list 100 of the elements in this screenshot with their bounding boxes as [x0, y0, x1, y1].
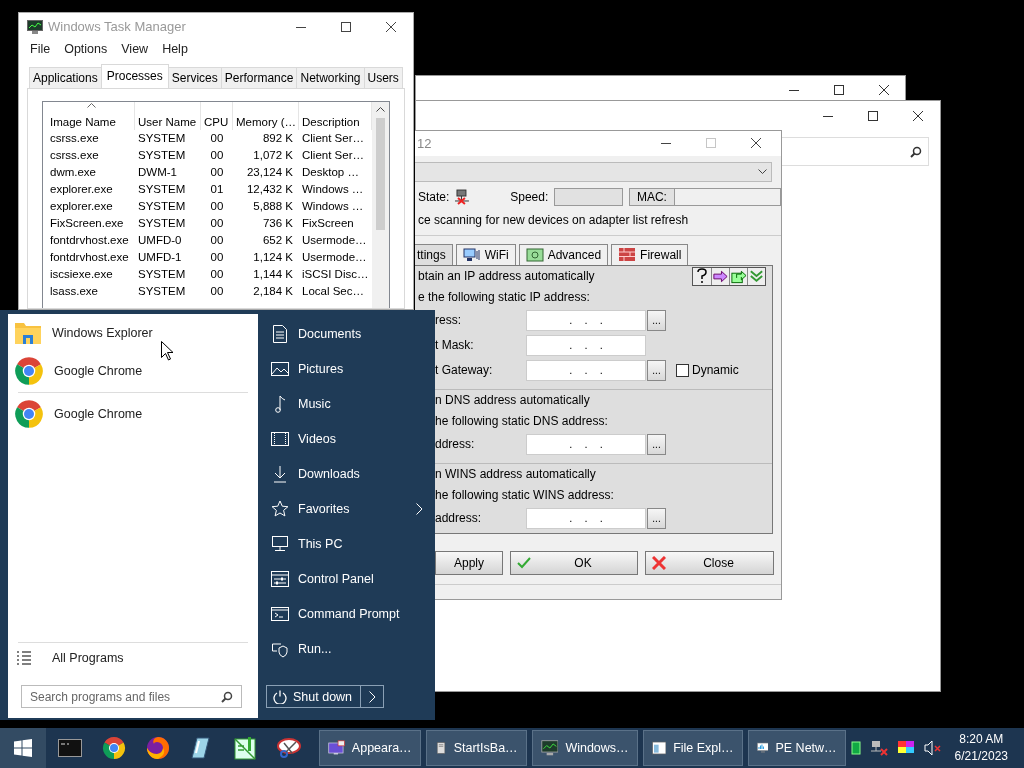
star-icon[interactable]: [270, 499, 290, 518]
menu-item[interactable]: View: [114, 42, 156, 56]
tab[interactable]: Applications: [29, 67, 102, 88]
tab[interactable]: Services: [167, 67, 222, 88]
program-item[interactable]: Windows Explorer: [8, 314, 258, 352]
all-programs-item[interactable]: All Programs: [8, 643, 258, 673]
menu-item[interactable]: File: [23, 42, 58, 56]
export-icon[interactable]: [729, 267, 747, 285]
table-cell-text: 00: [209, 284, 225, 299]
table-cell-text: UMFD-1: [137, 250, 183, 265]
menu-item[interactable]: This PC: [262, 526, 435, 561]
column-header[interactable]: User Name: [135, 102, 201, 130]
taskbar-button[interactable]: Windows…: [531, 730, 638, 766]
menu-item[interactable]: Control Panel: [262, 561, 435, 596]
menu-item[interactable]: Command Prompt: [262, 596, 435, 631]
menu-item[interactable]: Videos: [262, 421, 435, 456]
search-field[interactable]: [780, 137, 929, 166]
browse-button[interactable]: ...: [647, 359, 666, 381]
taskbar-button[interactable]: File Expl…: [642, 730, 743, 766]
control-panel-icon[interactable]: [270, 570, 290, 587]
terminal-icon[interactable]: [58, 739, 83, 757]
column-header[interactable]: Memory (…: [233, 102, 299, 130]
network-disconnected-icon[interactable]: [869, 740, 888, 756]
option-label[interactable]: n WINS address automatically: [435, 467, 596, 482]
option-label[interactable]: he following static DNS address:: [435, 414, 608, 429]
close-icon[interactable]: [912, 111, 923, 121]
color-display-icon[interactable]: [896, 740, 915, 756]
table-cell-text: dwm.exe: [49, 165, 98, 180]
speaker-muted-icon[interactable]: [923, 740, 942, 756]
folder-icon[interactable]: [14, 321, 42, 345]
program-item[interactable]: Google Chrome: [8, 352, 258, 390]
option-label[interactable]: btain an IP address automatically: [418, 269, 595, 284]
close-button[interactable]: Close: [645, 550, 774, 575]
menu-item[interactable]: Run...: [262, 631, 435, 666]
tab[interactable]: Networking: [296, 67, 365, 88]
menu-item[interactable]: Favorites: [262, 491, 435, 526]
document-icon[interactable]: [270, 324, 290, 343]
tab[interactable]: Advanced: [518, 243, 609, 265]
menu-item[interactable]: Pictures: [262, 351, 435, 386]
tab[interactable]: Performance: [220, 67, 298, 88]
browse-button[interactable]: ...: [647, 309, 666, 331]
ip-address-field[interactable]: . . .: [526, 433, 646, 455]
option-label[interactable]: e the following static IP address:: [418, 290, 590, 305]
ok-button[interactable]: OK: [510, 550, 638, 575]
tab[interactable]: WiFi: [455, 243, 516, 265]
menu-item[interactable]: Help: [155, 42, 195, 56]
chrome-icon[interactable]: [102, 736, 127, 760]
tab[interactable]: ttings: [415, 243, 453, 265]
tab[interactable]: Users: [363, 67, 403, 88]
scissors-icon[interactable]: [275, 737, 302, 759]
ip-address-field[interactable]: . . .: [526, 359, 646, 381]
close-icon[interactable]: [750, 138, 761, 149]
arrow-right-icon[interactable]: [711, 267, 729, 285]
chrome-icon[interactable]: [14, 399, 44, 429]
table-cell-text: Client Ser…: [301, 131, 365, 146]
taskbar-button[interactable]: StartIsBa…: [425, 730, 527, 766]
table-cell-text: 736 K: [261, 216, 294, 231]
monitor-icon: [462, 247, 481, 262]
maximize-icon[interactable]: [340, 21, 351, 32]
help-icon[interactable]: [693, 267, 711, 285]
ip-address-field[interactable]: . . .: [526, 309, 646, 331]
taskbar-button[interactable]: PE Netw…: [747, 730, 846, 766]
close-icon[interactable]: [878, 85, 889, 95]
search-icon[interactable]: [221, 690, 233, 703]
option-label[interactable]: he following static WINS address:: [435, 488, 614, 503]
column-header[interactable]: Image Name: [47, 102, 135, 130]
search-icon[interactable]: [910, 145, 922, 158]
option-label[interactable]: ce scanning for new devices on adapter list refresh: [415, 207, 781, 236]
film-icon[interactable]: [270, 431, 290, 446]
battery-icon[interactable]: [850, 741, 861, 755]
tab[interactable]: Firewall: [611, 243, 689, 265]
double-chevron-icon[interactable]: [747, 267, 765, 285]
ip-address-field[interactable]: . . .: [526, 507, 646, 529]
maximize-icon[interactable]: [833, 85, 844, 95]
browse-button[interactable]: ...: [647, 507, 666, 529]
menu-item[interactable]: Downloads: [262, 456, 435, 491]
menu-item[interactable]: Music: [262, 386, 435, 421]
menu-item[interactable]: Options: [57, 42, 115, 56]
firefox-icon[interactable]: [145, 736, 170, 760]
table-cell-text: 01: [209, 182, 225, 197]
clock[interactable]: 8:20 AM 6/21/2023: [954, 731, 1008, 765]
scrollbar[interactable]: [372, 102, 389, 308]
taskbar-button[interactable]: Appeara…: [318, 730, 421, 766]
chrome-icon[interactable]: [14, 356, 44, 386]
program-item[interactable]: Google Chrome: [8, 395, 258, 433]
column-header[interactable]: CPU: [201, 102, 233, 130]
computer-icon[interactable]: [270, 535, 290, 552]
search-field[interactable]: Search programs and files: [21, 685, 242, 708]
option-label[interactable]: n DNS address automatically: [435, 393, 590, 408]
ip-address-field[interactable]: . . .: [526, 334, 646, 356]
start-button[interactable]: [0, 728, 46, 768]
close-icon[interactable]: [385, 21, 396, 32]
picture-icon[interactable]: [270, 361, 290, 376]
menu-item[interactable]: Documents: [262, 316, 435, 351]
apply-button[interactable]: Apply: [435, 550, 503, 575]
caret-up-icon[interactable]: [376, 107, 385, 112]
maximize-icon[interactable]: [867, 111, 878, 121]
notepad-icon[interactable]: [234, 736, 257, 760]
browse-button[interactable]: ...: [647, 433, 666, 455]
checkbox[interactable]: [676, 363, 689, 377]
